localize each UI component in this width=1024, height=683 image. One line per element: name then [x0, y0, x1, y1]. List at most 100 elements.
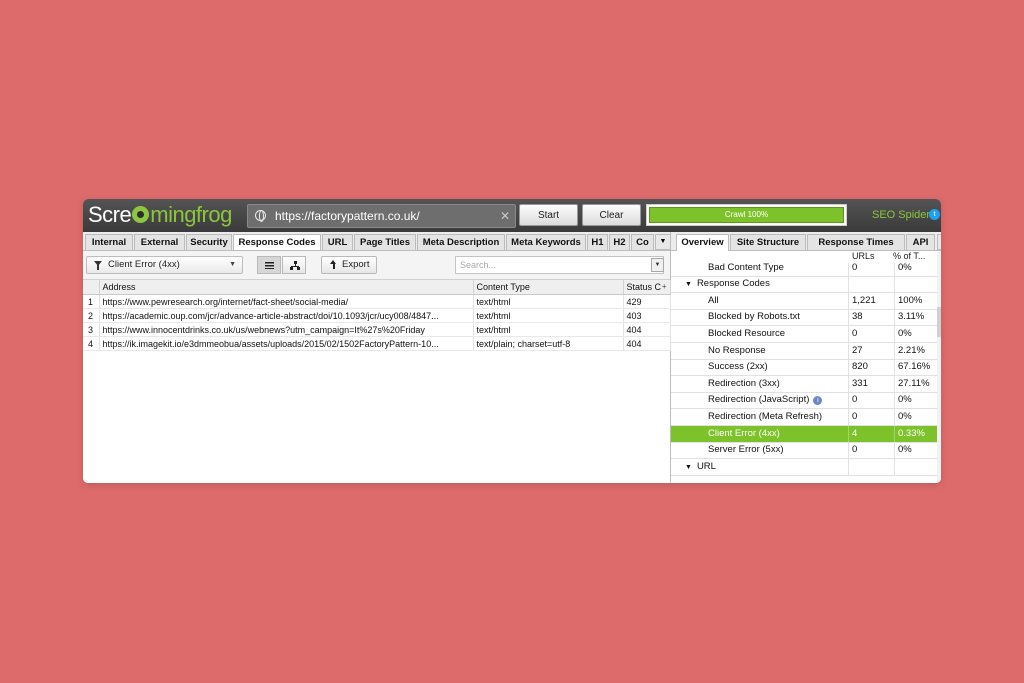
tree-item-urls: 0	[852, 328, 858, 339]
row-index: 1	[83, 294, 100, 309]
tree-view-button[interactable]	[282, 256, 306, 274]
logo-part-1: Scre	[88, 202, 132, 227]
crawl-progress-bar: Crawl 100%	[646, 204, 847, 226]
info-icon[interactable]: i	[813, 396, 823, 406]
tab-site-structure[interactable]: Site Structure	[730, 234, 806, 250]
results-table: Address Content Type Status C + 1 https://…	[83, 280, 671, 351]
row-index: 3	[83, 322, 100, 337]
clear-button[interactable]: Clear	[582, 204, 641, 226]
tab-internal[interactable]: Internal	[85, 234, 133, 250]
tree-item-label-cell: Redirection (3xx)	[671, 376, 848, 392]
tab-response-times[interactable]: Response Times	[807, 234, 905, 250]
column-header-content-type[interactable]: Content Type	[473, 280, 624, 295]
tree-item-percent: 100%	[898, 294, 923, 306]
tab-overflow-chevron-icon[interactable]: ▼	[937, 234, 941, 250]
screaming-frog-logo: Scre mingfrog	[88, 202, 232, 228]
tab-page-titles[interactable]: Page Titles	[354, 234, 416, 250]
tree-item-label: Blocked by Robots.txt	[708, 311, 800, 323]
twitter-icon[interactable]: t	[929, 209, 940, 220]
right-tab-bar: OverviewSite StructureResponse TimesAPI▼	[671, 232, 941, 251]
column-header-percent[interactable]: % of T...	[893, 251, 925, 263]
expand-triangle-icon[interactable]: ▼	[685, 277, 692, 293]
tree-item-label-cell: Success (2xx)	[671, 359, 848, 375]
tree-item-percent: 0%	[898, 394, 912, 406]
row-address: https://ik.imagekit.io/e3dmmeobua/assets…	[99, 336, 474, 351]
row-status-code: 404	[623, 336, 671, 351]
table-row[interactable]: 1 https://www.pewresearch.org/internet/fa…	[83, 294, 671, 309]
tab-overview[interactable]: Overview	[676, 234, 729, 251]
row-address: https://academic.oup.com/jcr/advance-art…	[99, 308, 474, 323]
expand-triangle-icon[interactable]: ▼	[685, 460, 692, 476]
row-content-type: text/html	[473, 308, 624, 323]
tree-item-redirection-javascript[interactable]: Redirection (JavaScript) i 0 0%	[671, 392, 937, 410]
overview-scrollbar[interactable]	[937, 251, 941, 483]
table-row[interactable]: 4 https://ik.imagekit.io/e3dmmeobua/asset…	[83, 336, 671, 351]
tree-item-label-cell: Client Error (4xx)	[671, 426, 848, 442]
right-panel: OverviewSite StructureResponse TimesAPI▼…	[671, 232, 941, 483]
tree-item-redirection-3xx[interactable]: Redirection (3xx) 331 27.11%	[671, 375, 937, 393]
tree-item-blocked-by-robots-txt[interactable]: Blocked by Robots.txt 38 3.11%	[671, 309, 937, 327]
url-input[interactable]: https://factorypattern.co.uk/ ✕	[247, 204, 516, 228]
row-index: 2	[83, 308, 100, 323]
table-row[interactable]: 2 https://academic.oup.com/jcr/advance-ar…	[83, 308, 671, 323]
tree-item-label-cell: Server Error (5xx)	[671, 442, 848, 458]
search-options-icon[interactable]: ▼	[651, 258, 664, 272]
url-text: https://factorypattern.co.uk/	[275, 209, 420, 223]
tab-meta-keywords[interactable]: Meta Keywords	[506, 234, 586, 250]
tree-item-label-cell: Blocked by Robots.txt	[671, 309, 848, 325]
tab-api[interactable]: API	[906, 234, 935, 250]
start-button[interactable]: Start	[519, 204, 578, 226]
column-header-status-code[interactable]: Status C +	[623, 280, 671, 295]
filter-funnel-icon	[94, 261, 102, 270]
tab-security[interactable]: Security	[186, 234, 232, 250]
row-address: https://www.pewresearch.org/internet/fac…	[99, 294, 474, 309]
tree-item-label-cell: Blocked Resource	[671, 326, 848, 342]
search-input[interactable]	[455, 256, 664, 274]
tree-item-label-cell: No Response	[671, 343, 848, 359]
tab-co[interactable]: Co	[631, 234, 654, 250]
tab-url[interactable]: URL	[322, 234, 353, 250]
row-content-type: text/plain; charset=utf-8	[473, 336, 624, 351]
tab-response-codes[interactable]: Response Codes	[233, 234, 321, 250]
left-tab-bar: Internal External Security Response Codes UR…	[83, 232, 670, 251]
tree-item-label: Blocked Resource	[708, 328, 786, 339]
table-header-row: Address Content Type Status C +	[83, 280, 671, 295]
column-add-icon[interactable]: +	[662, 282, 667, 291]
export-button[interactable]: Export	[321, 256, 377, 274]
tree-item-server-error-5xx[interactable]: Server Error (5xx) 0 0%	[671, 442, 937, 460]
tree-item-label: No Response	[708, 344, 766, 356]
frog-eye-icon	[132, 206, 150, 223]
tree-item-no-response[interactable]: No Response 27 2.21%	[671, 342, 937, 360]
tree-item-all[interactable]: All 1,221 100%	[671, 292, 937, 310]
tree-item-urls: 38	[852, 311, 863, 323]
clear-url-icon[interactable]: ✕	[500, 208, 510, 224]
tree-icon	[290, 261, 300, 270]
tab-h1[interactable]: H1	[587, 234, 608, 250]
tab-overflow-chevron-icon[interactable]: ▼	[655, 234, 670, 250]
tab-meta-description[interactable]: Meta Description	[417, 234, 505, 250]
column-header-index[interactable]	[83, 280, 100, 295]
tree-item-blocked-resource[interactable]: Blocked Resource 0 0%	[671, 326, 937, 343]
tree-item-label: Redirection (Meta Refresh)	[708, 411, 823, 422]
scrollbar-thumb[interactable]	[937, 307, 941, 337]
logo-part-2: mingfrog	[150, 202, 232, 227]
column-header-address[interactable]: Address	[99, 280, 474, 295]
tree-section-url[interactable]: ▼ URL	[671, 458, 937, 476]
tree-item-success-2xx[interactable]: Success (2xx) 820 67.16%	[671, 359, 937, 377]
list-view-button[interactable]	[257, 256, 281, 274]
tree-item-label: Response Codes	[696, 278, 770, 290]
tab-h2[interactable]: H2	[609, 234, 630, 250]
tree-item-urls: 4	[852, 427, 858, 439]
table-row[interactable]: 3 https://www.innocentdrinks.co.uk/us/web…	[83, 322, 671, 337]
tree-item-label: Server Error (5xx)	[708, 444, 784, 456]
tree-item-label-cell: Redirection (Meta Refresh)	[671, 409, 848, 425]
tree-item-urls: 331	[852, 377, 868, 389]
tree-item-client-error-4xx[interactable]: Client Error (4xx) 4 0.33%	[671, 425, 937, 443]
tree-section-response-codes[interactable]: ▼ Response Codes	[671, 276, 937, 294]
tab-external[interactable]: External	[134, 234, 185, 250]
tree-item-redirection-meta-refresh[interactable]: Redirection (Meta Refresh) 0 0%	[671, 409, 937, 426]
column-header-urls[interactable]: URLs	[852, 251, 875, 263]
row-address: https://www.innocentdrinks.co.uk/us/webn…	[99, 322, 474, 337]
filter-dropdown[interactable]: Client Error (4xx) ▼	[86, 256, 243, 274]
tree-item-label: All	[708, 294, 719, 306]
